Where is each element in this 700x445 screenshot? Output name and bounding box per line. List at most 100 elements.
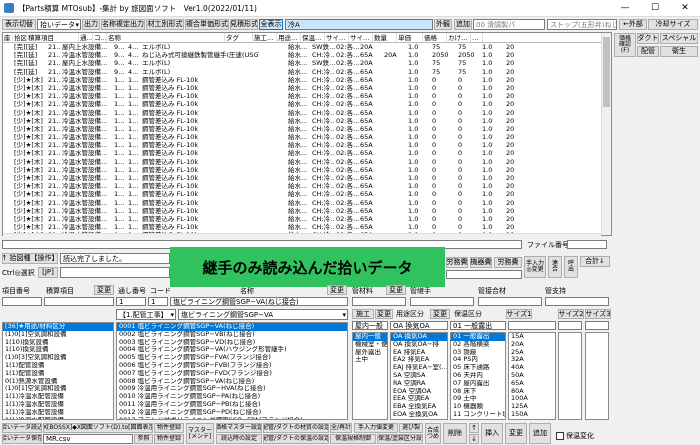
- data-select-dropdown[interactable]: 拾いデータ ▾: [37, 19, 81, 30]
- list-item[interactable]: OA 換気OA−排: [391, 341, 447, 349]
- names-list[interactable]: 0001 塩ビライニング鋼管SGP−VA(ねじ接合) 0002 塩ビライニング鋼管…: [116, 322, 348, 420]
- calc-item-field[interactable]: [44, 297, 114, 306]
- display-switch-button[interactable]: 表示切替: [2, 19, 36, 30]
- table-row[interactable]: [少]★[木]21…冷温水管設備…1…1…鋼管差込み FL-10k給水…CH:冷…: [3, 223, 611, 231]
- ex-bossx-button[interactable]: EX[BOSSX]◆X図面ソフト(D).to[図面表示]: [43, 423, 153, 433]
- name-change-button[interactable]: 変更: [327, 285, 347, 295]
- property-register-button[interactable]: 物件登録: [154, 423, 184, 433]
- list-item[interactable]: 125A: [509, 403, 555, 411]
- list-item[interactable]: 1(1)冷温水配管設備: [3, 401, 113, 409]
- list-item[interactable]: 0003 塩ビライニング鋼管SGP−VD(ねじ接合): [117, 339, 347, 347]
- manual-value-change-button[interactable]: 手入力値変更: [354, 423, 398, 433]
- auto-calc-button[interactable]: 合成 つめ: [425, 423, 441, 444]
- size1-label[interactable]: サイズ1: [506, 309, 532, 319]
- reset-operation-button[interactable]: ↑ 拾図種【操作】: [2, 253, 58, 264]
- grid-header-cell[interactable]: 名称: [107, 33, 225, 42]
- list-item[interactable]: 02 各階横梁: [451, 341, 505, 349]
- table-row[interactable]: [少]★[木]21…冷温水管設備…1…1…鋼管差込み FL-10k給水…CH:冷…: [3, 109, 611, 117]
- list-item[interactable]: 0007 塩ビライニング鋼管SGP−FVD(フランジ接合): [117, 370, 347, 378]
- list-item[interactable]: 03 隠蔽: [451, 349, 505, 357]
- name-fixed-output-button[interactable]: 名称複定出力: [101, 19, 145, 30]
- sizes-list[interactable]: 15A20A25A32A40A50A65A80A100A125A150A200A…: [508, 332, 556, 420]
- grid-header-cell[interactable]: 積算項目: [27, 33, 79, 42]
- list-item[interactable]: 80A: [509, 388, 555, 396]
- grid-header-cell[interactable]: コ…: [93, 33, 107, 42]
- pipe-connect-field[interactable]: [410, 297, 474, 306]
- table-row[interactable]: [少]★[木]21…冷温水管設備…1…1…鋼管差込み FL-10k給水…CH:冷…: [3, 92, 611, 100]
- list-item[interactable]: 1(1)冷温水配管設備: [3, 393, 113, 401]
- table-row[interactable]: [完][延] 21…冷温水管設備… 9…4…ねじ込み式可撓継鉄製管継手(圧速(USG…: [3, 51, 611, 59]
- list-item[interactable]: 1(1)冷温水配管設備: [3, 417, 113, 419]
- list-item[interactable]: EBA 全換気EA: [391, 403, 447, 411]
- pick-data-save-button[interactable]: 拾いデータ保存: [2, 434, 42, 444]
- construction-list[interactable]: 屋内一般機械室・便所屋外露出土中: [352, 332, 388, 420]
- list-item[interactable]: 40A: [509, 364, 555, 372]
- change-button[interactable]: 変更: [505, 423, 527, 444]
- list-item[interactable]: 200A: [509, 419, 555, 420]
- list-item[interactable]: 0005 塩ビライニング鋼管SGP−FVA(フランジ接合): [117, 354, 347, 362]
- list-item[interactable]: 0009 冷温用ライニング鋼管SGP−HVA(ねじ接合): [117, 385, 347, 393]
- construction-label-button[interactable]: 施工: [352, 309, 374, 319]
- list-item[interactable]: 25A: [509, 349, 555, 357]
- sanitary-button[interactable]: 衛生: [660, 46, 698, 57]
- labor-cost-2-button[interactable]: 労務費: [494, 257, 522, 268]
- search-field-2[interactable]: ストップ(五形弁)ねじ込継: [547, 19, 617, 30]
- list-item[interactable]: EOA 空調OA: [391, 388, 447, 396]
- pipe-material-field[interactable]: [352, 297, 406, 306]
- pipe-support-field[interactable]: [545, 297, 609, 306]
- construction-field[interactable]: 屋内一般: [352, 321, 388, 330]
- list-item[interactable]: 屋外露出: [353, 349, 387, 357]
- calc-item-change-button[interactable]: 変更: [94, 285, 114, 295]
- list-item[interactable]: EOA 全換気OA: [391, 411, 447, 419]
- table-row[interactable]: [少]★[木]21…冷温水管設備…1…1…鋼管差込み FL-10k給水…CH:冷…: [3, 199, 611, 207]
- insulation-change-checkbox[interactable]: [556, 432, 564, 440]
- search-field-1[interactable]: 00 滑調製パ: [473, 19, 545, 30]
- grid-header-cell[interactable]: サイ…: [325, 33, 349, 42]
- name-field[interactable]: 塩ビライニング鋼管SGP−VA(ねじ接合): [170, 297, 348, 306]
- list-item[interactable]: 0002 塩ビライニング鋼管SGP−VB(ねじ接合): [117, 331, 347, 339]
- work-name-dropdown[interactable]: 塩ビライニング鋼管SGP−VA ▾: [178, 309, 348, 320]
- grid-scroll-thumb[interactable]: [603, 37, 610, 107]
- filter-input[interactable]: 冷A: [285, 19, 433, 30]
- construction-change-button[interactable]: 変更: [375, 309, 393, 319]
- list-item[interactable]: 12 ダクト埋め込: [451, 419, 505, 420]
- insulation-class-list[interactable]: 01 一般露出 02 各階横梁 03 隠蔽 04 PS内 05 床下通路 06 天井内 07…: [450, 332, 506, 420]
- list-item[interactable]: 05 床下通路: [451, 364, 505, 372]
- labor-cost-button[interactable]: 労務費: [446, 257, 468, 268]
- grid-vertical-scrollbar[interactable]: [601, 33, 611, 235]
- insulation-class-field[interactable]: 01 一般露出: [450, 321, 506, 330]
- insulation-paint-setting-button[interactable]: 保温/塗装区分設: [377, 434, 423, 444]
- code-field[interactable]: 1: [148, 297, 168, 306]
- table-row[interactable]: [少]★[木]21…冷温水管設備…1…1…鋼管差込み FL-10k給水…CH:冷…: [3, 149, 611, 157]
- piping-button[interactable]: 配管: [637, 46, 659, 57]
- pick-data-grid[interactable]: 座拾区(整督否)積算項目通…コ…名称タグ施工…用途…保温…サイ…サイ…数量単価価…: [2, 32, 612, 236]
- grid-header-cell[interactable]: 価格: [423, 33, 447, 42]
- list-item[interactable]: 09 土中: [451, 395, 505, 403]
- size2-field[interactable]: [558, 321, 582, 330]
- list-item[interactable]: 1(1)冷温水配管設備: [3, 409, 113, 417]
- machine-cost-button[interactable]: 機器費: [470, 257, 492, 268]
- table-row[interactable]: [完][延]21…屋内上水設備…9…4…エルボ(L)給水…SW鉄…02:各…20…: [3, 43, 611, 51]
- list-item[interactable]: EEA 空調EA: [391, 395, 447, 403]
- output-button[interactable]: 出力: [82, 19, 100, 30]
- grid-header-cell[interactable]: 保温…: [301, 33, 325, 42]
- table-row[interactable]: [少]★[木]21…冷温水管設備…1…1…鋼管差込み FL-10k給水…CH:冷…: [3, 84, 611, 92]
- table-row[interactable]: [少]★[木]21…冷温水管設備…1…1…鋼管差込み FL-10k給水…CH:冷…: [3, 215, 611, 223]
- list-item[interactable]: 10 機器類: [451, 403, 505, 411]
- list-item[interactable]: 屋内一般: [353, 333, 387, 341]
- pipe-joint-material-field[interactable]: [478, 297, 542, 306]
- list-item[interactable]: 1(10)換気設備: [3, 339, 113, 347]
- size2-label[interactable]: サイズ2: [558, 309, 584, 319]
- list-item[interactable]: RA 空調RA: [391, 380, 447, 388]
- list-item[interactable]: (1)0[1]空気調和設備: [3, 331, 113, 339]
- work-category-dropdown[interactable]: 【1.配管工事】 ▾: [116, 309, 176, 320]
- list-item[interactable]: 01 一般露出: [451, 333, 505, 341]
- list-item[interactable]: 50A: [509, 372, 555, 380]
- special-button[interactable]: スペシャル: [660, 33, 698, 44]
- move-down-button[interactable]: ↓: [469, 434, 479, 444]
- table-row[interactable]: [完][延] 21…冷温水管設備… 9…4…エルボ(L) 給水… CH:冷…02:各…6…: [3, 68, 611, 76]
- list-item[interactable]: EA2 排気EA: [391, 356, 447, 364]
- jp-button[interactable]: [JP]: [38, 267, 58, 278]
- file-number-field[interactable]: [567, 240, 607, 249]
- table-row[interactable]: [少]★[木]21…冷温水管設備…1…1…鋼管差込み FL-10k給水…CH:冷…: [3, 190, 611, 198]
